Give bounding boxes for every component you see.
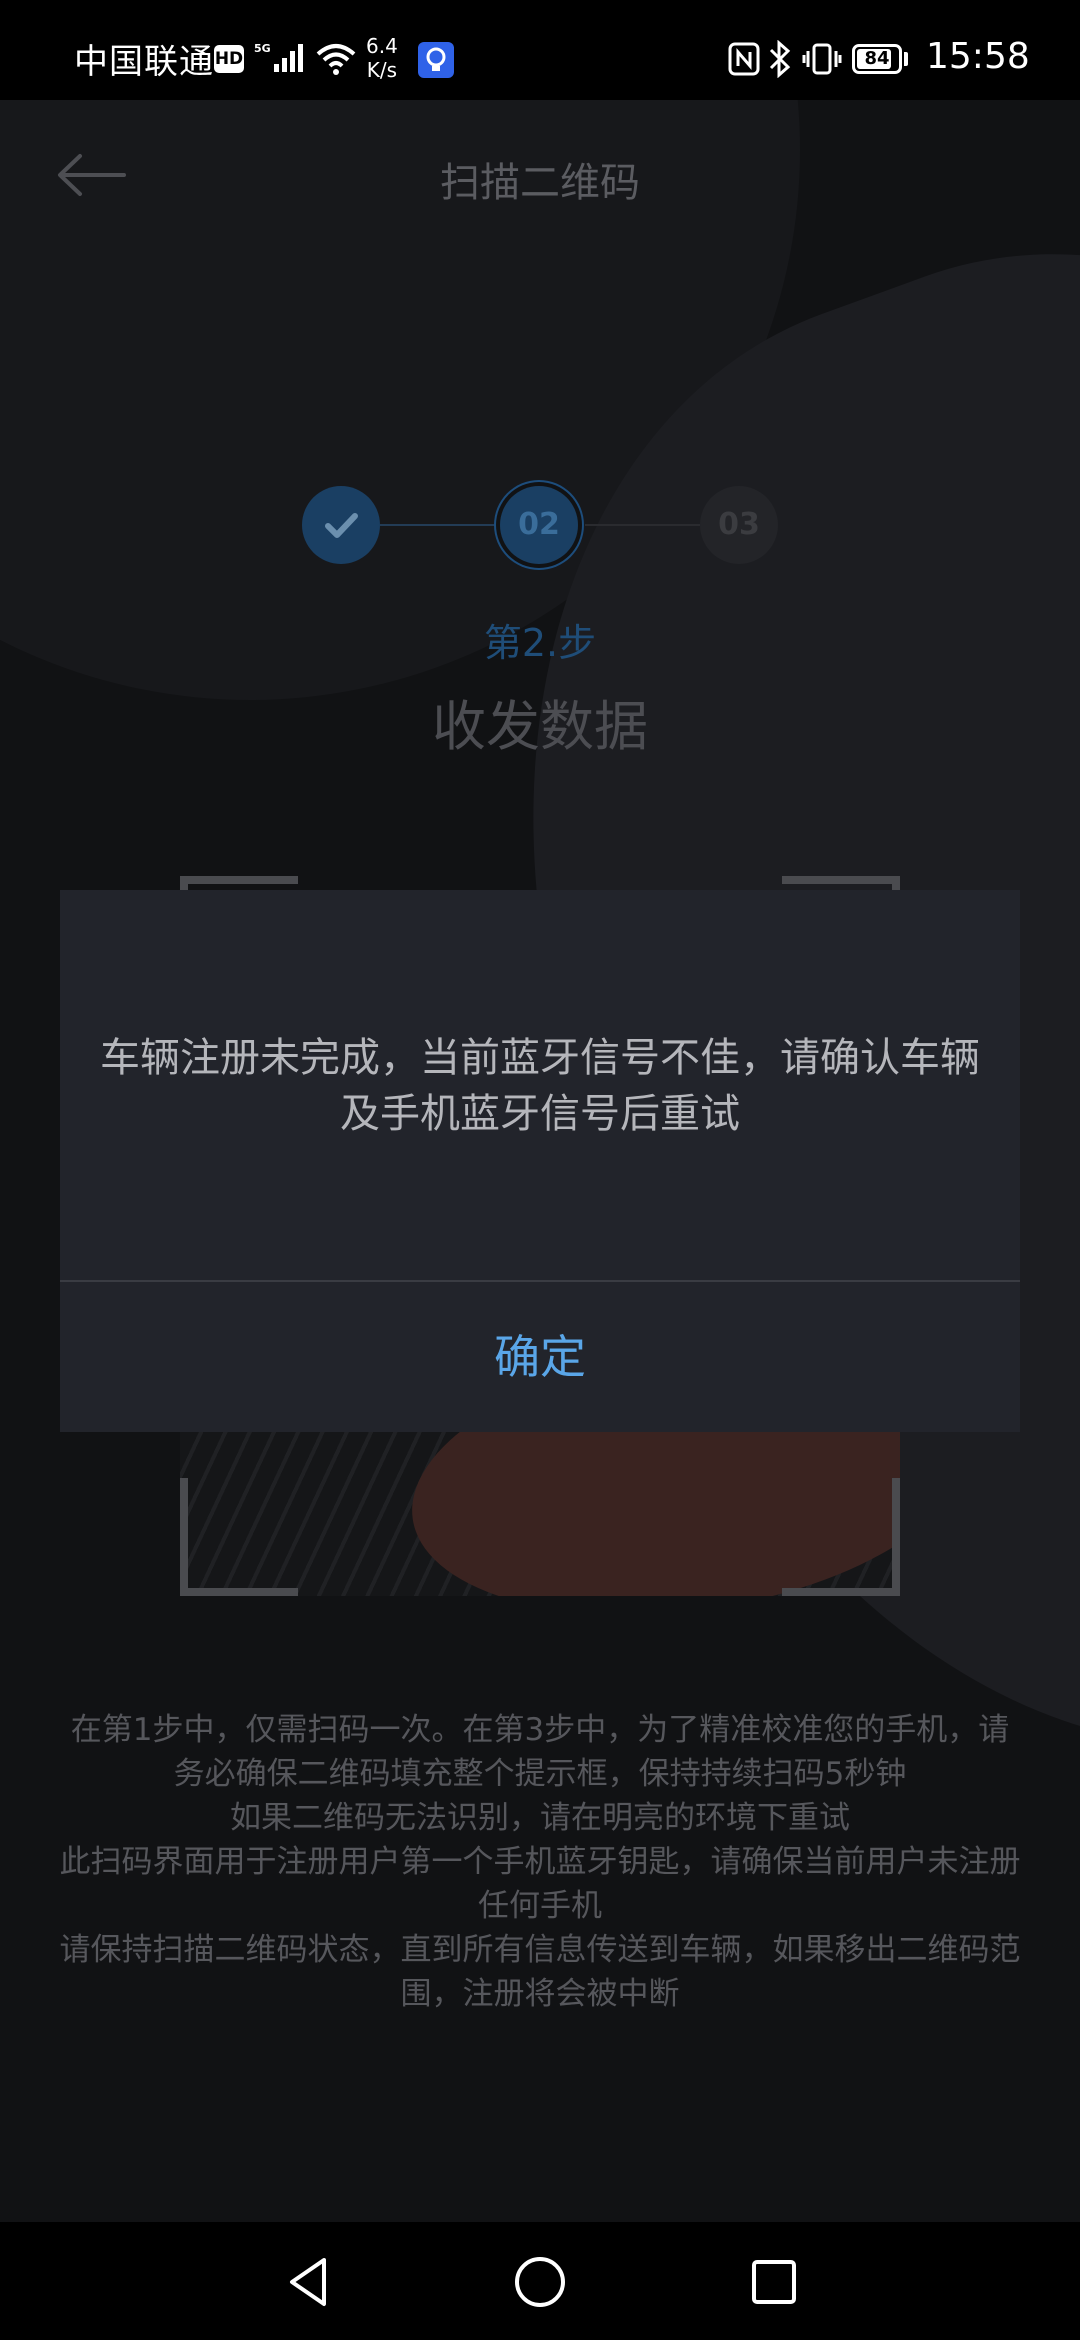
status-bar: 中国联通 HD 5G 6.4 K/s 84 15:58	[0, 0, 1080, 100]
step-number-label: 第2.步	[483, 621, 597, 665]
cellular-signal-icon: 5G	[254, 42, 303, 72]
vibrate-icon	[802, 43, 842, 75]
network-speed-value: 6.4	[366, 34, 398, 58]
hd-badge: HD	[214, 45, 244, 73]
nfc-icon	[728, 42, 760, 76]
network-speed-unit: K/s	[366, 58, 398, 82]
system-nav-bar	[0, 2222, 1080, 2340]
carrier-name: 中国联通	[74, 42, 214, 82]
wifi-icon	[316, 44, 356, 75]
step-connector	[585, 524, 700, 526]
screen: 中国联通 HD 5G 6.4 K/s 84 15:58 扫描二维码 02 03 …	[0, 0, 1080, 2340]
check-icon	[325, 513, 358, 538]
bluetooth-icon	[769, 40, 791, 78]
circle-home-icon[interactable]	[510, 2252, 570, 2312]
triangle-back-icon[interactable]	[280, 2252, 340, 2312]
error-dialog: 车辆注册未完成，当前蓝牙信号不佳，请确认车辆及手机蓝牙信号后重试 确定	[60, 890, 1020, 1432]
bulb-icon	[418, 42, 454, 78]
step-1-completed	[302, 486, 380, 564]
clock: 15:58	[926, 36, 1030, 77]
step-3-pending: 03	[700, 486, 778, 564]
instruction-text: 如果二维码无法识别，请在明亮的环境下重试	[230, 1800, 850, 1836]
scan-corner	[782, 1478, 900, 1596]
instruction-text: 请保持扫描二维码状态，直到所有信息传送到车辆，如果移出二维码范围，注册将会被中断	[59, 1932, 1021, 2012]
instruction-text: 此扫码界面用于注册用户第一个手机蓝牙钥匙，请确保当前用户未注册任何手机	[59, 1844, 1021, 1924]
app-header: 扫描二维码	[0, 100, 1080, 250]
step-2-active: 02	[500, 486, 578, 564]
step-title: 收发数据	[432, 695, 648, 758]
step-connector	[380, 524, 500, 526]
square-recent-icon[interactable]	[744, 2252, 804, 2312]
page-title: 扫描二维码	[440, 160, 640, 206]
scan-instructions: 在第1步中，仅需扫码一次。在第3步中，为了精准校准您的手机，请务必确保二维码填充…	[56, 1708, 1024, 2016]
battery-tip	[904, 52, 908, 66]
battery-level: 84	[864, 48, 890, 69]
stepper: 02 03	[300, 482, 780, 568]
scan-corner	[180, 1478, 298, 1596]
svg-text:5G: 5G	[254, 42, 271, 55]
dialog-message: 车辆注册未完成，当前蓝牙信号不佳，请确认车辆及手机蓝牙信号后重试	[100, 1035, 980, 1137]
battery-icon: 84	[852, 44, 902, 74]
instruction-text: 在第1步中，仅需扫码一次。在第3步中，为了精准校准您的手机，请务必确保二维码填充…	[70, 1712, 1010, 1792]
network-speed: 6.4 K/s	[366, 34, 398, 82]
confirm-button[interactable]: 确定	[60, 1282, 1020, 1432]
